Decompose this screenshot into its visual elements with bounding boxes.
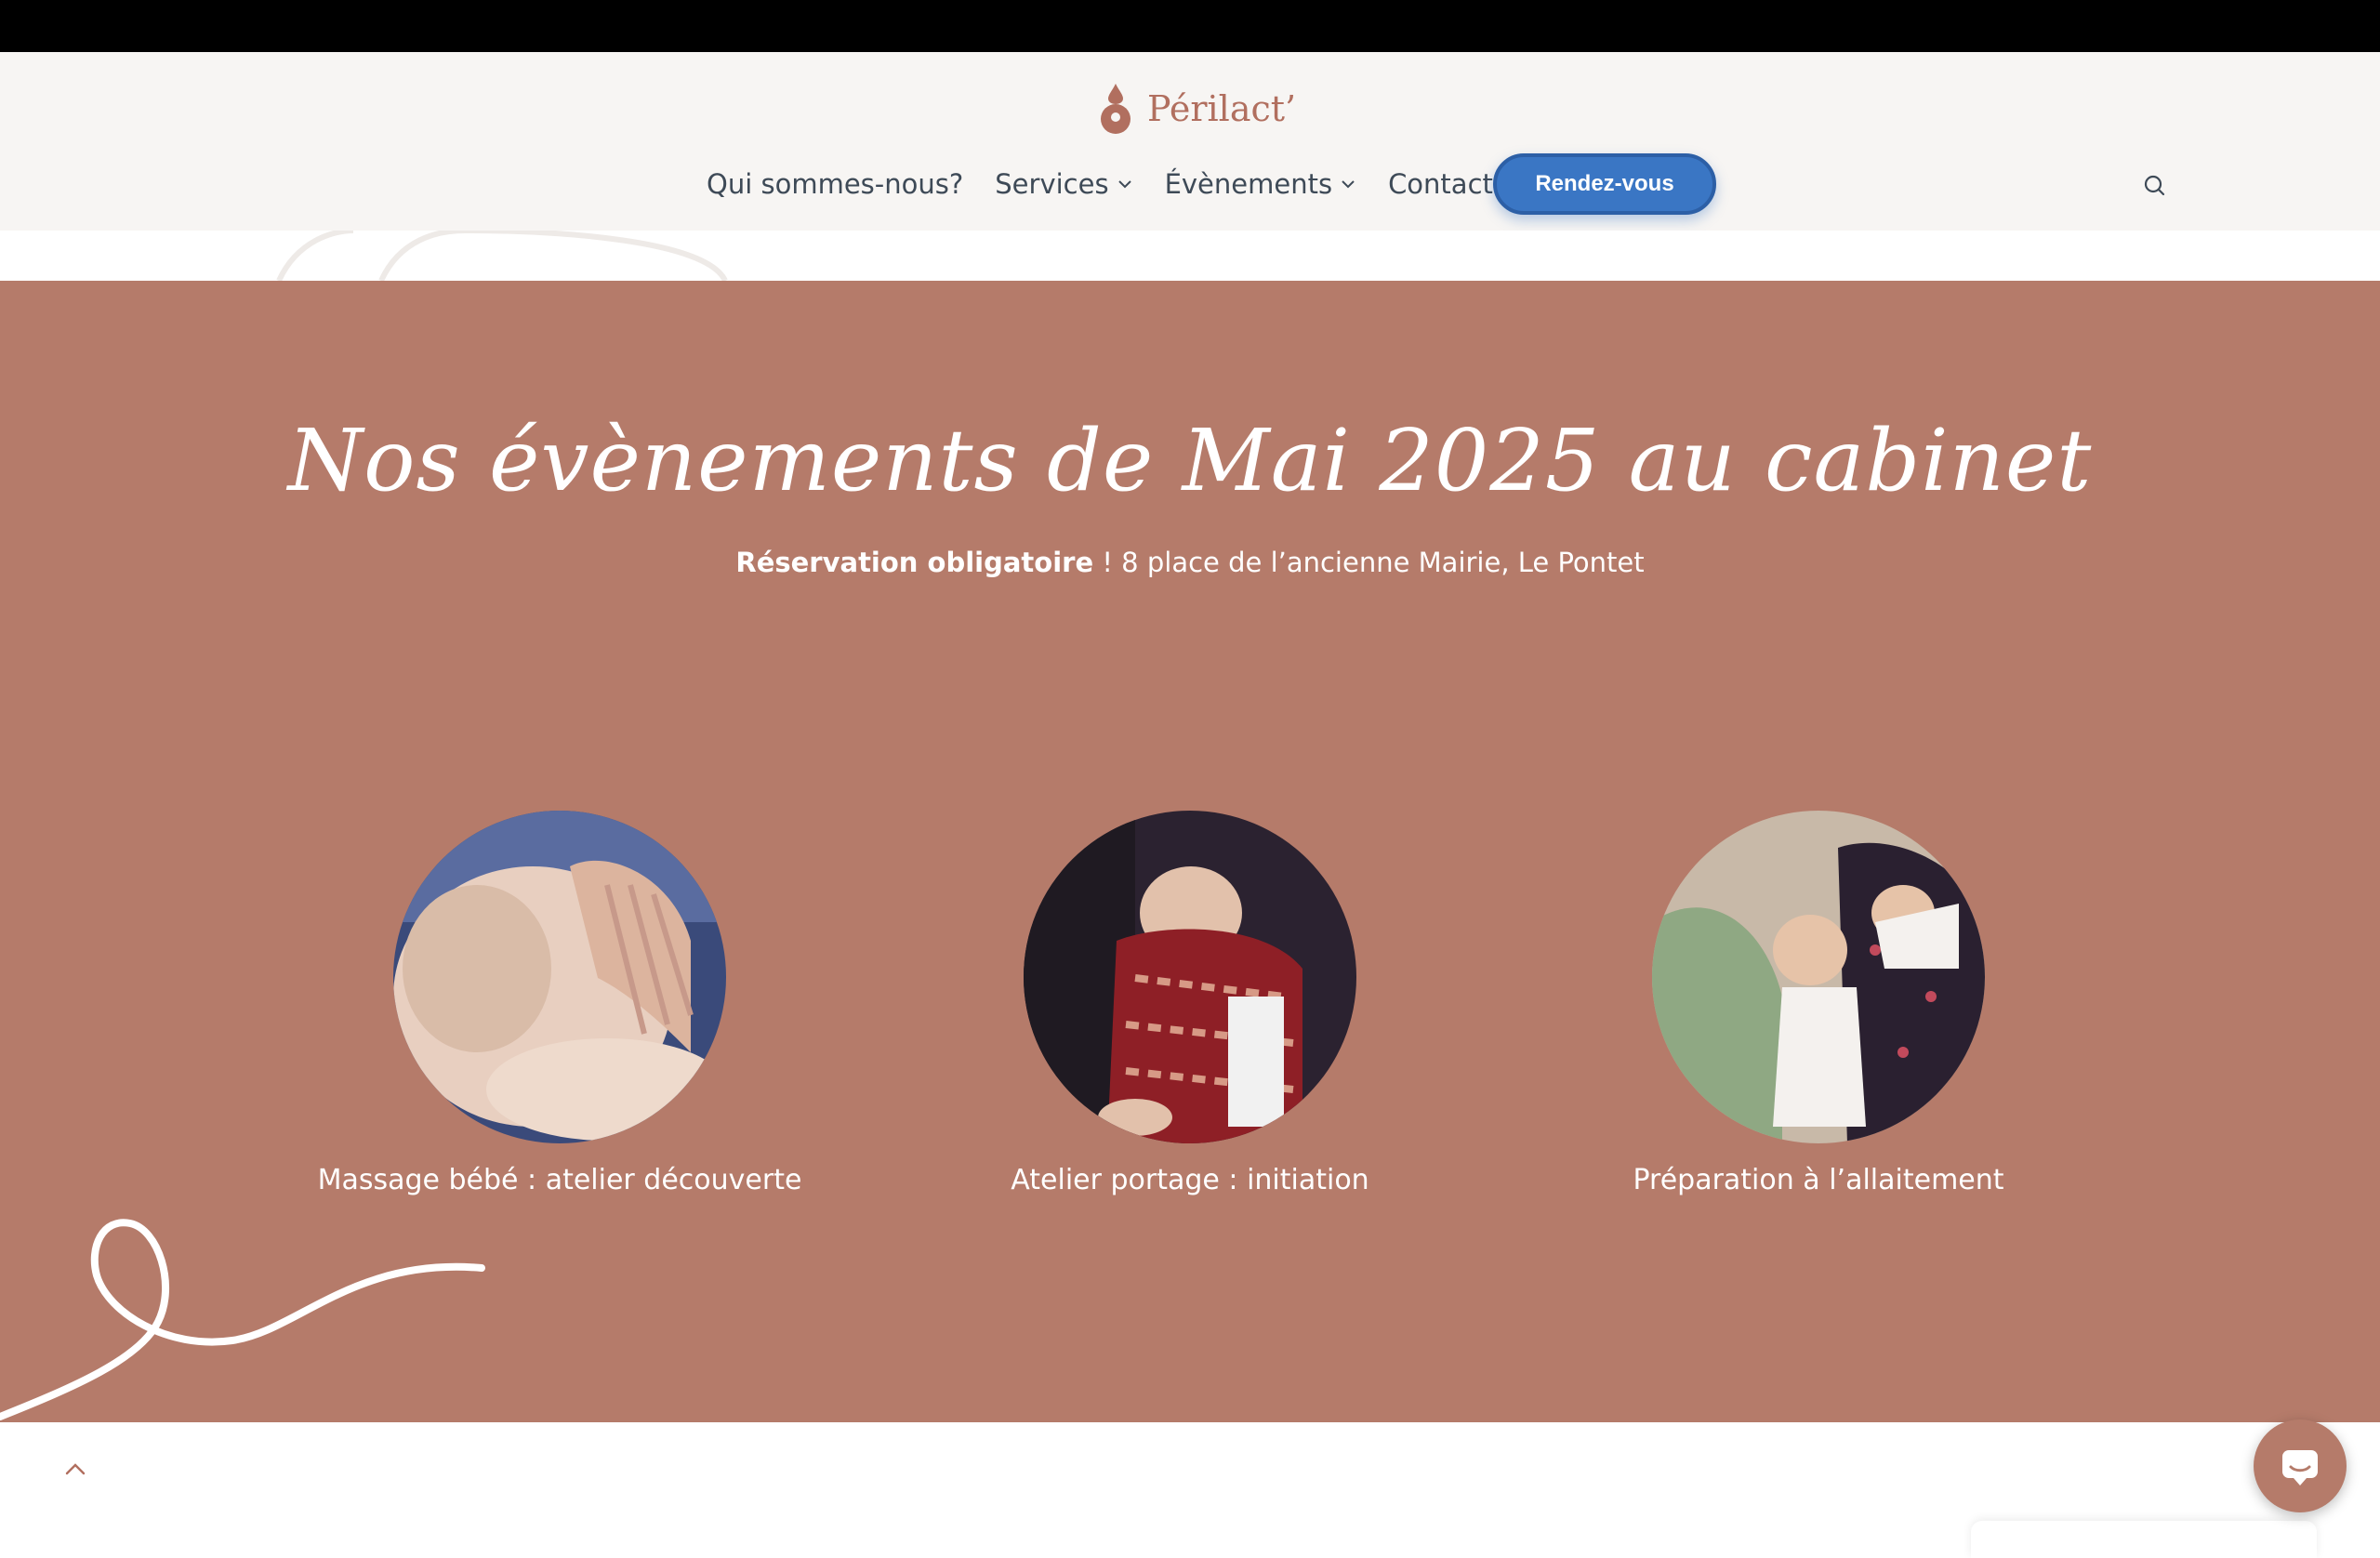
event-photo-massage — [393, 811, 726, 1143]
search-icon[interactable] — [2138, 169, 2172, 203]
event-photo-portage — [1024, 811, 1356, 1143]
chat-panel-preview — [1971, 1521, 2317, 1558]
main-nav: Qui sommes-nous? Services Évènements Con… — [707, 152, 1525, 216]
events-subtitle: Réservation obligatoire ! 8 place de l’a… — [0, 547, 2380, 578]
baby-massage-image — [393, 811, 726, 1143]
chevron-down-icon — [1117, 180, 1131, 189]
nav-item-services[interactable]: Services — [995, 168, 1132, 200]
event-label: Atelier portage : initiation — [1011, 1164, 1369, 1196]
event-label: Massage bébé : atelier découverte — [317, 1164, 802, 1196]
events-section: Nos évènements de Mai 2025 au cabinet Ré… — [0, 281, 2380, 1422]
event-label: Préparation à l’allaitement — [1633, 1164, 2004, 1196]
event-photo-allaitement — [1652, 811, 1985, 1143]
nav-label: Contact — [1388, 168, 1493, 200]
nav-label: Évènements — [1164, 168, 1333, 200]
brand-name: Périlact’ — [1147, 88, 1297, 129]
event-card-portage[interactable]: Atelier portage : initiation — [930, 811, 1450, 1196]
chevron-down-icon — [1342, 180, 1355, 189]
events-title: Nos évènements de Mai 2025 au cabinet — [287, 411, 2093, 510]
chat-button[interactable] — [2254, 1419, 2347, 1512]
scroll-top-icon[interactable] — [61, 1459, 89, 1478]
nav-item-contact[interactable]: Contact — [1388, 168, 1493, 200]
address-text: ! 8 place de l’ancienne Mairie, Le Ponte… — [1093, 547, 1645, 578]
reservation-required: Réservation obligatoire — [735, 547, 1094, 578]
decorative-squiggle — [0, 1219, 485, 1420]
appointment-button[interactable]: Rendez-vous — [1493, 153, 1716, 215]
event-card-allaitement[interactable]: Préparation à l’allaitement — [1558, 811, 2079, 1196]
breastfeeding-image — [1652, 811, 1985, 1143]
decorative-arc — [276, 231, 728, 281]
browser-top-bar — [0, 0, 2380, 52]
nav-item-events[interactable]: Évènements — [1165, 168, 1357, 200]
logo-drop-icon — [1101, 84, 1130, 134]
event-card-massage[interactable]: Massage bébé : atelier découverte — [299, 811, 820, 1196]
nav-label: Qui sommes-nous? — [707, 168, 964, 200]
nav-item-about[interactable]: Qui sommes-nous? — [707, 168, 963, 200]
decorative-strip — [0, 231, 2380, 281]
chat-icon — [2282, 1450, 2318, 1485]
babywearing-image — [1024, 811, 1356, 1143]
site-logo[interactable]: Périlact’ — [1093, 82, 1296, 136]
nav-label: Services — [995, 168, 1109, 200]
